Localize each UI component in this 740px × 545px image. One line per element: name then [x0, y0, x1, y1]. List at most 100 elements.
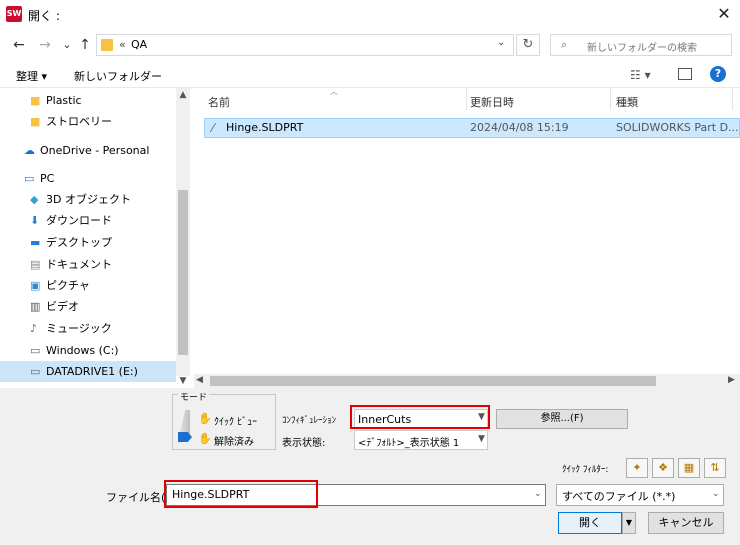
- resolved-icon[interactable]: ✋: [198, 432, 212, 445]
- part-file-icon: ⁄: [212, 121, 215, 135]
- chevron-down-icon[interactable]: ▼: [478, 434, 485, 444]
- column-divider[interactable]: [732, 88, 733, 110]
- drive-icon: ▭: [30, 344, 41, 357]
- file-name[interactable]: Hinge.SLDPRT: [226, 121, 303, 134]
- configuration-label: ｺﾝﾌｨｷﾞｭﾚｰｼｮﾝ: [282, 416, 337, 426]
- back-arrow-icon[interactable]: ←: [10, 36, 28, 54]
- sidebar-item-label: ビデオ: [46, 300, 79, 313]
- column-divider[interactable]: [610, 88, 611, 110]
- window-title: 開く :: [28, 9, 60, 23]
- up-arrow-icon[interactable]: ↑: [76, 36, 94, 54]
- column-header-modified[interactable]: 更新日時: [470, 94, 514, 110]
- new-folder-button[interactable]: 新しいフォルダー: [74, 68, 162, 84]
- browse-button[interactable]: 参照...(F): [496, 409, 628, 429]
- sort-ascending-icon: ︿: [330, 87, 338, 96]
- sidebar-item-label: ストロベリー: [46, 115, 112, 128]
- solidworks-app-icon: SW: [6, 6, 22, 22]
- scroll-left-icon[interactable]: ◀: [196, 375, 203, 385]
- sidebar-item-label: OneDrive - Personal: [40, 144, 150, 157]
- sidebar-item[interactable]: ▤ ドキュメント: [0, 254, 176, 275]
- filter-assemblies-icon[interactable]: ❖: [652, 458, 674, 478]
- forward-arrow-icon[interactable]: →: [36, 36, 54, 54]
- mode-group-label: モード: [178, 390, 210, 403]
- music-icon: ♪: [30, 322, 38, 335]
- folder-icon: ■: [30, 115, 41, 128]
- file-type: SOLIDWORKS Part D...: [616, 121, 739, 134]
- sidebar-item-label: ドキュメント: [46, 258, 112, 271]
- cube-icon: ◆: [30, 193, 39, 206]
- address-bar[interactable]: « QA ⌄: [96, 34, 514, 56]
- sidebar-item[interactable]: ◆ 3D オブジェクト: [0, 189, 176, 210]
- filetype-value[interactable]: すべてのファイル (*.*): [562, 488, 675, 504]
- filter-top-level-icon[interactable]: ⇅: [704, 458, 726, 478]
- sidebar-item[interactable]: ▭ Windows (C:): [0, 340, 176, 361]
- search-input[interactable]: ⌕ 新しいフォルダーの検索: [550, 34, 732, 56]
- folder-icon: ■: [30, 94, 41, 107]
- organize-button[interactable]: 整理 ▾: [16, 68, 47, 84]
- help-icon[interactable]: ?: [710, 66, 726, 82]
- sidebar-item[interactable]: ☁ OneDrive - Personal: [0, 140, 176, 161]
- desktop-icon: ▬: [30, 236, 41, 249]
- column-header-type[interactable]: 種類: [616, 94, 638, 110]
- sidebar-item-label: Plastic: [46, 94, 82, 107]
- column-header-name[interactable]: 名前: [208, 94, 230, 110]
- open-button[interactable]: 開く: [558, 512, 622, 534]
- chevron-down-icon[interactable]: ⌄: [712, 489, 720, 499]
- sidebar-item[interactable]: ♪ ミュージック: [0, 318, 176, 339]
- quick-view-icon[interactable]: ✋: [198, 412, 212, 425]
- chevron-down-icon[interactable]: ⌄: [534, 489, 542, 499]
- sidebar-item[interactable]: ■ Plastic: [0, 90, 176, 111]
- pc-icon: ▭: [24, 172, 35, 185]
- breadcrumb[interactable]: QA: [131, 38, 147, 51]
- sidebar-item[interactable]: ▬ デスクトップ: [0, 232, 176, 253]
- scroll-up-icon[interactable]: ▲: [176, 90, 190, 100]
- download-icon: ⬇: [30, 214, 40, 227]
- sidebar-item[interactable]: ▣ ピクチャ: [0, 275, 176, 296]
- refresh-button[interactable]: ↻: [516, 34, 540, 56]
- quick-view-option[interactable]: ｸｲｯｸ ﾋﾞｭｰ: [214, 413, 257, 428]
- sidebar-item[interactable]: ▭ PC: [0, 168, 176, 189]
- sidebar-item-label: ダウンロード: [46, 214, 112, 227]
- folder-icon: [101, 39, 113, 51]
- display-state-value[interactable]: <ﾃﾞﾌｫﾙﾄ>_表示状態 1: [358, 434, 459, 449]
- sidebar-item-label: ミュージック: [46, 322, 112, 335]
- sidebar-item-label: ピクチャ: [46, 279, 90, 292]
- document-icon: ▤: [30, 258, 41, 271]
- sidebar-item-label: デスクトップ: [46, 236, 112, 249]
- nav-scrollbar-thumb[interactable]: [178, 190, 188, 355]
- picture-icon: ▣: [30, 279, 41, 292]
- sidebar-item[interactable]: ■ ストロベリー: [0, 111, 176, 132]
- highlight-box: [350, 405, 490, 429]
- filter-drawings-icon[interactable]: ▦: [678, 458, 700, 478]
- quick-filter-label: ｸｲｯｸ ﾌｨﾙﾀｰ:: [562, 465, 609, 475]
- cancel-button[interactable]: キャンセル: [648, 512, 724, 534]
- title-bar: SW 開く : ✕: [0, 0, 740, 30]
- sidebar-item[interactable]: ⬇ ダウンロード: [0, 210, 176, 231]
- sidebar-item-label: 3D オブジェクト: [46, 193, 131, 206]
- video-icon: ▥: [30, 300, 41, 313]
- horizontal-scrollbar-thumb[interactable]: [210, 376, 656, 386]
- recent-locations-chevron-icon[interactable]: ⌄: [58, 36, 76, 54]
- highlight-box: [164, 480, 318, 508]
- sidebar-item[interactable]: ▥ ビデオ: [0, 296, 176, 317]
- sidebar-item[interactable]: ▭ DATADRIVE1 (E:): [0, 361, 176, 382]
- sidebar-item-label: Windows (C:): [46, 344, 119, 357]
- filter-parts-icon[interactable]: ✦: [626, 458, 648, 478]
- scroll-down-icon[interactable]: ▼: [176, 376, 190, 386]
- open-dropdown-icon[interactable]: ▼: [622, 512, 636, 534]
- view-options-icon[interactable]: ☷ ▾: [630, 68, 651, 82]
- close-icon[interactable]: ✕: [712, 3, 736, 25]
- column-divider[interactable]: [466, 88, 467, 110]
- scroll-right-icon[interactable]: ▶: [728, 375, 735, 385]
- chevron-down-icon[interactable]: ⌄: [497, 37, 505, 48]
- file-modified: 2024/04/08 15:19: [470, 121, 569, 134]
- resolved-option[interactable]: 解除済み: [214, 433, 254, 448]
- sidebar-item-label: PC: [40, 172, 55, 185]
- sidebar-item-label: DATADRIVE1 (E:): [46, 365, 138, 378]
- preview-pane-icon[interactable]: [678, 68, 692, 80]
- display-state-label: 表示状態:: [282, 438, 326, 449]
- breadcrumb-overflow-icon[interactable]: «: [119, 38, 126, 51]
- drive-icon: ▭: [30, 365, 41, 378]
- navigation-pane: ■ Plastic ■ ストロベリー ☁ OneDrive - Personal ▭ PC ◆ 3…: [0, 88, 190, 390]
- search-placeholder: 新しいフォルダーの検索: [587, 43, 697, 54]
